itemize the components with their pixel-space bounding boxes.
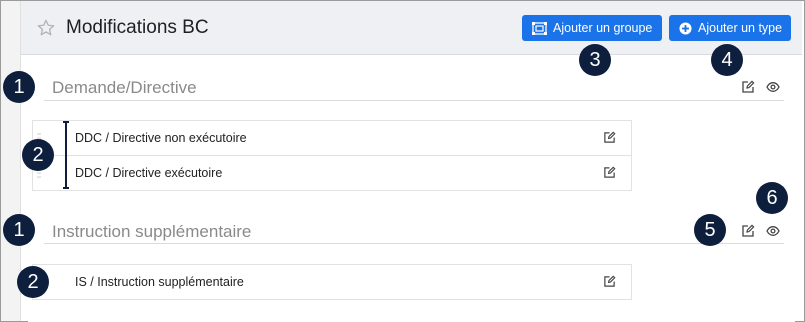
sidebar-strip <box>1 1 21 321</box>
type-list: DDC / Directive non exécutoire DDC / Dir… <box>32 120 632 191</box>
plus-circle-icon <box>679 21 692 35</box>
add-group-label: Ajouter un groupe <box>553 21 653 35</box>
add-type-button[interactable]: Ajouter un type <box>669 15 791 41</box>
type-list: IS / Instruction supplémentaire <box>32 264 632 300</box>
callout-badge: 6 <box>756 182 788 214</box>
page-title: Modifications BC <box>66 17 209 38</box>
group-icon <box>532 21 547 35</box>
list-item-label: IS / Instruction supplémentaire <box>75 275 244 289</box>
edit-icon[interactable] <box>741 80 755 94</box>
section-title: Demande/Directive <box>52 78 197 97</box>
list-item[interactable]: IS / Instruction supplémentaire <box>33 265 631 299</box>
eye-icon[interactable] <box>766 224 780 238</box>
list-item[interactable]: DDC / Directive exécutoire <box>33 156 631 190</box>
edit-icon[interactable] <box>603 166 616 179</box>
star-icon[interactable] <box>36 18 56 38</box>
section-divider <box>44 243 784 244</box>
callout-badge: 5 <box>694 214 726 246</box>
edit-icon[interactable] <box>603 275 616 288</box>
callout-badge: 1 <box>3 71 35 103</box>
list-item-label: DDC / Directive non exécutoire <box>75 131 247 145</box>
add-group-button[interactable]: Ajouter un groupe <box>522 15 662 41</box>
eye-icon[interactable] <box>766 80 780 94</box>
callout-badge: 2 <box>22 139 54 171</box>
edit-icon[interactable] <box>603 131 616 144</box>
edit-icon[interactable] <box>741 224 755 238</box>
list-item[interactable]: DDC / Directive non exécutoire <box>33 121 631 156</box>
callout-badge: 2 <box>17 266 49 298</box>
callout-badge: 4 <box>711 44 743 76</box>
callout-bracket <box>63 121 69 189</box>
section-title: Instruction supplémentaire <box>52 222 252 241</box>
callout-badge: 1 <box>3 214 35 246</box>
section-divider <box>44 100 784 101</box>
list-item-label: DDC / Directive exécutoire <box>75 166 223 180</box>
add-type-label: Ajouter un type <box>698 21 783 35</box>
callout-badge: 3 <box>579 44 611 76</box>
